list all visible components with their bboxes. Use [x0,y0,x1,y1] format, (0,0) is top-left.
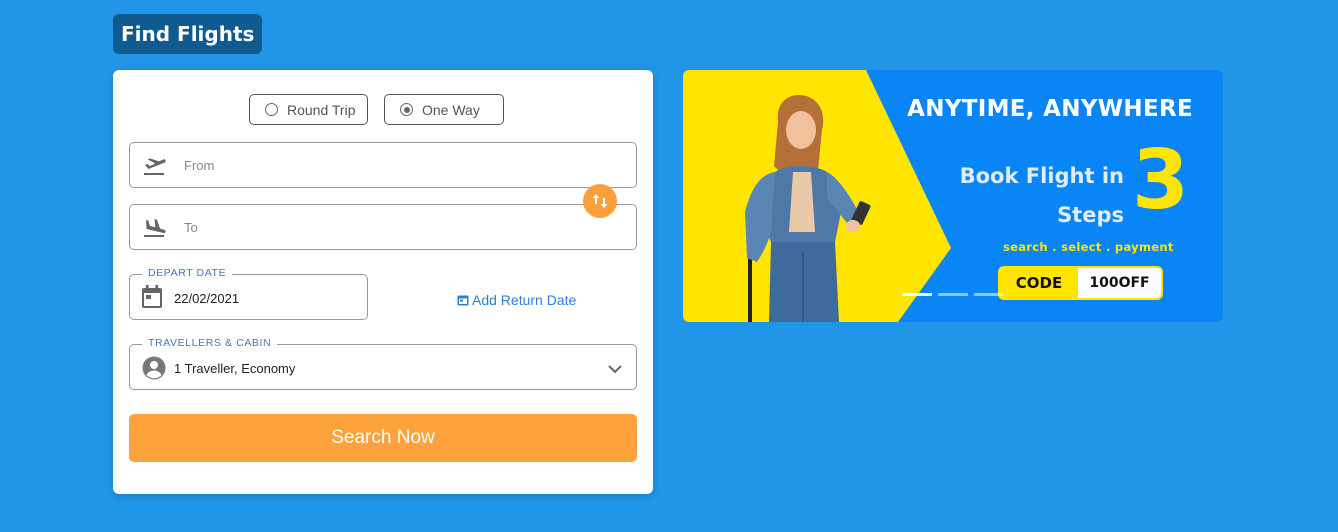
to-field[interactable]: To [129,204,637,250]
one-way-option[interactable]: One Way [384,94,504,125]
add-return-date-label: Add Return Date [472,292,577,308]
swap-button[interactable] [583,184,617,218]
chevron-down-icon[interactable] [608,365,622,374]
banner-tagline: search . select . payment [1003,240,1174,254]
round-trip-label: Round Trip [287,101,356,118]
carousel-dot[interactable] [902,293,932,296]
from-field[interactable]: From [129,142,637,188]
to-placeholder: To [184,220,198,235]
one-way-label: One Way [422,101,480,118]
travellers-cabin-value: 1 Traveller, Economy [174,361,296,376]
promo-banner[interactable]: ANYTIME, ANYWHERE Book Flight in Steps 3… [683,70,1223,322]
promo-code-badge: CODE 100OFF [998,266,1163,300]
one-way-radio[interactable] [400,103,413,116]
carousel-dot[interactable] [938,293,968,296]
banner-line-2: Steps [1057,203,1124,227]
depart-date-field[interactable]: DEPART DATE 22/02/2021 [129,267,368,320]
round-trip-option[interactable]: Round Trip [249,94,368,125]
travellers-cabin-field[interactable]: TRAVELLERS & CABIN 1 Traveller, Economy [129,337,637,390]
traveller-woman-image [745,95,871,322]
calendar-small-icon [457,295,469,306]
page-title: Find Flights [113,14,263,54]
round-trip-radio[interactable] [265,103,278,116]
takeoff-icon [144,158,166,175]
banner-line-1: Book Flight in [959,164,1124,188]
carousel-indicators [902,293,1004,296]
banner-subheadline: Book Flight in Steps [960,157,1124,235]
promo-code-value: 100OFF [1089,275,1150,291]
banner-headline: ANYTIME, ANYWHERE [907,96,1193,122]
depart-date-value: 22/02/2021 [174,291,240,306]
landing-icon [144,219,166,237]
add-return-date-link[interactable]: Add Return Date [457,292,576,308]
swap-vertical-icon [592,194,608,208]
calendar-icon [142,285,162,308]
search-now-button[interactable]: Search Now [129,414,637,462]
from-placeholder: From [184,158,215,173]
banner-steps-number: 3 [1132,133,1190,228]
carousel-dot[interactable] [974,293,1004,296]
promo-code-label: CODE [1000,268,1078,298]
travellers-cabin-label: TRAVELLERS & CABIN [142,337,278,349]
depart-date-label: DEPART DATE [142,267,233,279]
person-icon [142,356,166,380]
